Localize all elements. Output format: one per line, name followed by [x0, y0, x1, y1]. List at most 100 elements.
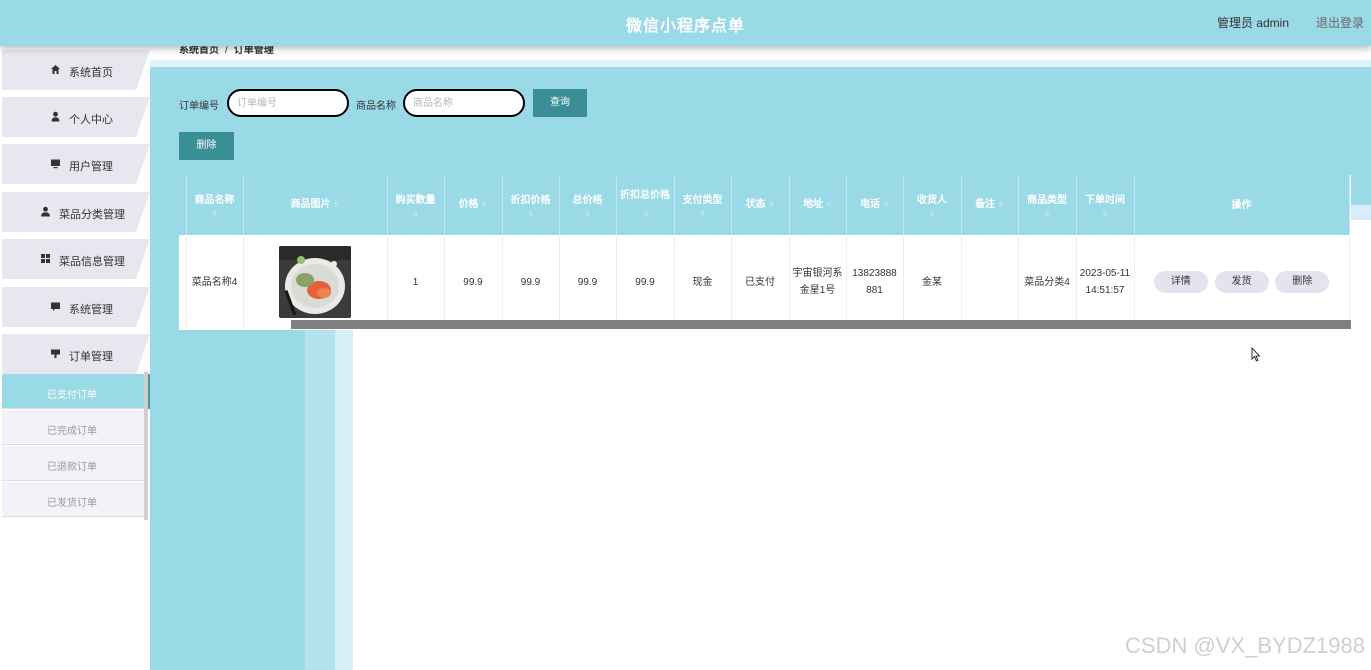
top-strip-light: [150, 60, 1371, 67]
sidebar-item-users[interactable]: 用户管理: [2, 144, 150, 184]
select-cell: [179, 235, 187, 329]
sidebar-item-label: 个人中心: [69, 114, 113, 126]
sidebar-item-dish-category[interactable]: 菜品分类管理: [2, 192, 150, 232]
cell-discount-total: 99.9: [616, 235, 675, 329]
orders-table: 商品名称 ⇅ 商品图片 ⇅ 购买数量 ⇅ 价格 ⇅ 折扣价格 ⇅ 总价格 ⇅ 折扣总价格⇅ …: [179, 175, 1351, 330]
sort-icon: ⇅: [1102, 210, 1108, 218]
query-button[interactable]: 查询: [533, 89, 587, 117]
sort-icon: ⇅: [527, 210, 534, 218]
column-header-total[interactable]: 总价格 ⇅: [559, 175, 617, 235]
sort-icon: ⇅: [481, 202, 488, 209]
subitem-label: 已发货订单: [47, 498, 97, 509]
column-header-address[interactable]: 地址 ⇅: [789, 175, 847, 235]
cell-total: 99.9: [559, 235, 617, 329]
detail-button[interactable]: 详情: [1153, 271, 1208, 293]
sort-icon: ⇅: [643, 211, 650, 219]
grid-icon: [39, 253, 51, 265]
select-column-header: [179, 175, 187, 235]
sidebar-item-label: 系统管理: [69, 304, 113, 316]
table-header-row: 商品名称 ⇅ 商品图片 ⇅ 购买数量 ⇅ 价格 ⇅ 折扣价格 ⇅ 总价格 ⇅ 折扣总价格⇅ …: [179, 175, 1350, 235]
column-header-discount-price[interactable]: 折扣价格 ⇅: [502, 175, 560, 235]
sidebar: 系统首页 个人中心 用户管理 菜品分类管理 菜品信息管理 系统管理 订单管理 已…: [0, 46, 150, 670]
breadcrumb-home[interactable]: 系统首页: [179, 45, 219, 56]
sidebar-subitem-completed-orders[interactable]: 已完成订单: [2, 410, 148, 445]
product-name-input[interactable]: [403, 89, 525, 117]
column-header-receiver[interactable]: 收货人 ⇅: [903, 175, 962, 235]
monitor-icon: [49, 158, 61, 170]
sort-icon: ⇅: [412, 210, 419, 218]
batch-delete-button[interactable]: 删除: [179, 132, 234, 160]
column-header-note[interactable]: 备注 ⇅: [961, 175, 1019, 235]
sort-icon: ⇅: [699, 210, 706, 218]
table-horizontal-scrollbar[interactable]: [291, 320, 1351, 329]
breadcrumb-current: 订单管理: [233, 45, 274, 56]
cell-note: [961, 235, 1019, 329]
top-strip: [150, 46, 1371, 60]
top-header: 微信小程序点单 管理员 admin 退出登录: [0, 0, 1371, 46]
cell-phone: 13823888881: [846, 235, 904, 329]
cell-qty: 1: [387, 235, 445, 329]
column-header-status[interactable]: 状态 ⇅: [731, 175, 790, 235]
sort-icon: ⇅: [333, 202, 340, 209]
subitem-label: 已退款订单: [47, 462, 97, 473]
order-icon: [49, 348, 61, 360]
sidebar-item-label: 菜品分类管理: [59, 209, 125, 221]
column-header-phone[interactable]: 电话 ⇅: [846, 175, 904, 235]
column-header-name[interactable]: 商品名称 ⇅: [186, 175, 244, 235]
sort-icon: ⇅: [584, 210, 591, 218]
cell-receiver: 金某: [903, 235, 962, 329]
order-no-label: 订单编号: [179, 101, 219, 112]
sidebar-subitem-shipped-orders[interactable]: 已发货订单: [2, 482, 148, 517]
sidebar-item-profile[interactable]: 个人中心: [2, 97, 150, 137]
sort-icon: ⇅: [826, 202, 832, 209]
product-name-label: 商品名称: [356, 101, 396, 112]
sort-icon: ⇅: [929, 210, 935, 218]
column-header-pay-type[interactable]: 支付类型 ⇅: [674, 175, 732, 235]
watermark-text: CSDN @VX_BYDZ1988: [1125, 633, 1365, 658]
sort-icon: ⇅: [211, 210, 218, 218]
cell-image: [243, 235, 388, 329]
mouse-cursor-icon: [1251, 346, 1261, 365]
subitem-label: 已支付订单: [47, 390, 97, 401]
sidebar-item-home[interactable]: 系统首页: [2, 50, 150, 90]
column-header-image: 商品图片 ⇅: [243, 175, 388, 235]
cell-discount-price: 99.9: [502, 235, 560, 329]
sidebar-item-label: 系统首页: [69, 67, 113, 79]
sidebar-item-system[interactable]: 系统管理: [2, 287, 150, 327]
sidebar-item-orders[interactable]: 订单管理: [2, 334, 150, 374]
ship-button[interactable]: 发货: [1214, 271, 1269, 293]
cell-time: 2023-05-11 14:51:57: [1076, 235, 1135, 329]
table-row: 菜品名称4 1 99.9 99.9 99.9 99.9 现金 已支付 宇宙银河系…: [179, 235, 1350, 329]
dish-thumbnail: [279, 246, 351, 318]
column-header-price[interactable]: 价格 ⇅: [444, 175, 503, 235]
cell-actions: 详情 发货 删除: [1134, 235, 1350, 329]
sidebar-item-label: 用户管理: [69, 161, 113, 173]
sidebar-item-dish-info[interactable]: 菜品信息管理: [2, 239, 150, 279]
chat-icon: [49, 301, 61, 313]
logout-link[interactable]: 退出登录: [1316, 14, 1364, 31]
admin-user-label: 管理员 admin: [1216, 16, 1289, 30]
cell-price: 99.9: [444, 235, 503, 329]
person-icon: [39, 206, 51, 218]
column-header-category[interactable]: 商品类型 ⇅: [1018, 175, 1077, 235]
column-header-time[interactable]: 下单时间 ⇅: [1076, 175, 1135, 235]
app-title: 微信小程序点单: [625, 18, 745, 35]
sort-icon: ⇅: [1044, 210, 1050, 218]
sidebar-subitem-paid-orders[interactable]: 已支付订单: [2, 374, 150, 409]
home-icon: [49, 64, 61, 76]
delete-row-button[interactable]: 删除: [1275, 271, 1330, 293]
column-header-qty[interactable]: 购买数量 ⇅: [387, 175, 445, 235]
cell-name: 菜品名称4: [186, 235, 244, 329]
cell-status: 已支付: [731, 235, 790, 329]
cell-category: 菜品分类4: [1018, 235, 1077, 329]
user-icon: [49, 111, 61, 123]
sort-icon: ⇅: [768, 202, 775, 209]
sort-icon: ⇅: [998, 202, 1004, 209]
sidebar-subitem-refunded-orders[interactable]: 已退款订单: [2, 446, 148, 481]
submenu-scrollbar[interactable]: [144, 372, 148, 520]
subitem-label: 已完成订单: [47, 426, 97, 437]
column-header-discount-total[interactable]: 折扣总价格⇅: [616, 175, 675, 235]
order-no-input[interactable]: [227, 89, 349, 117]
panel-edge: [1350, 205, 1371, 220]
orders-table-grid: 商品名称 ⇅ 商品图片 ⇅ 购买数量 ⇅ 价格 ⇅ 折扣价格 ⇅ 总价格 ⇅ 折扣总价格⇅ …: [179, 175, 1350, 329]
